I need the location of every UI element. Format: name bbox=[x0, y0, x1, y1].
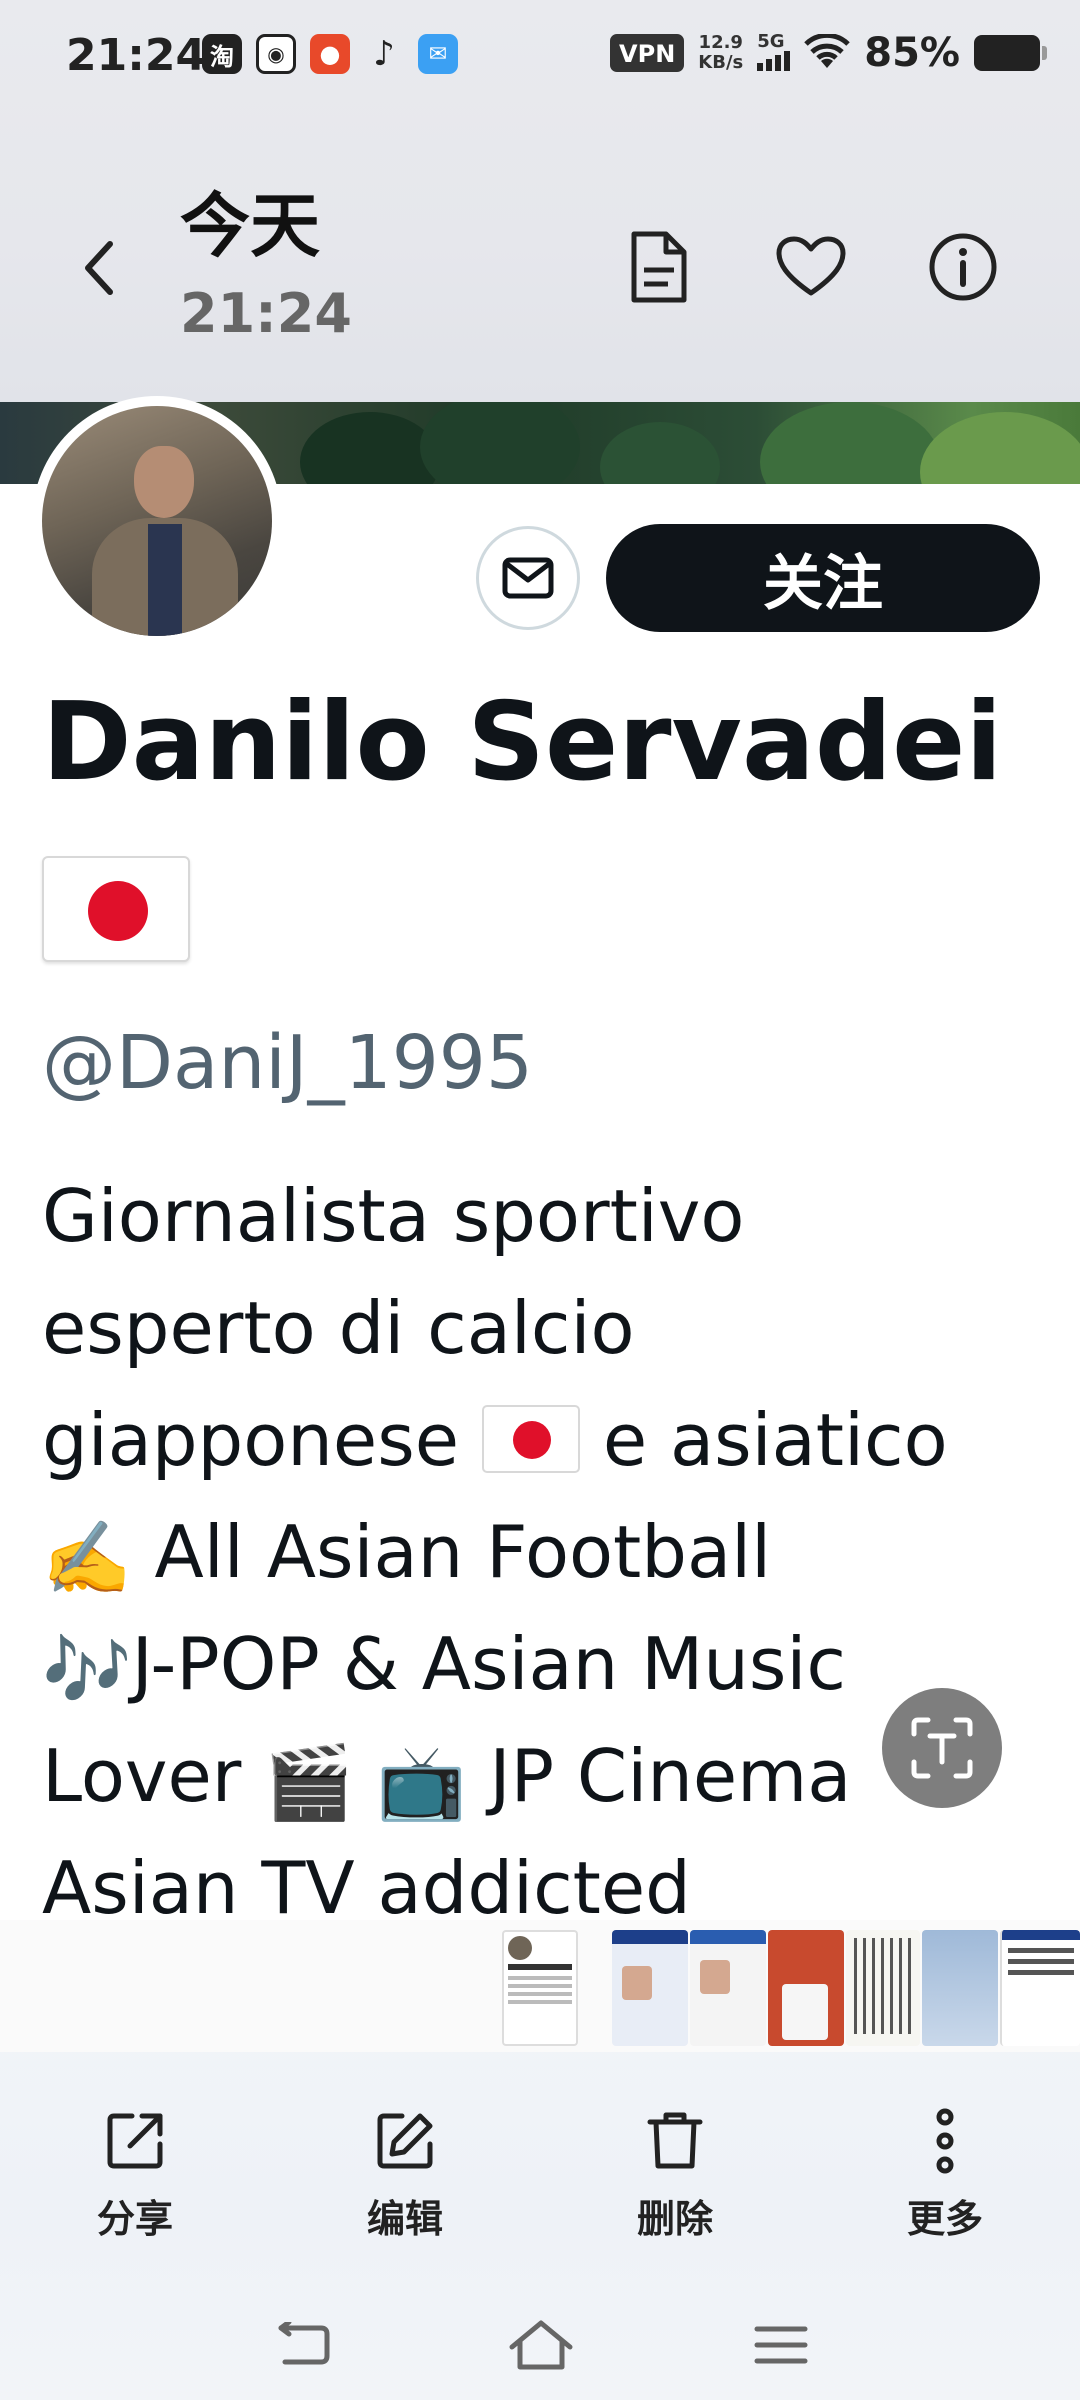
info-button[interactable] bbox=[918, 222, 1008, 312]
music-notes-icon: 🎶 bbox=[42, 1628, 132, 1712]
follow-button[interactable]: 关注 bbox=[606, 524, 1040, 632]
nav-back-button[interactable] bbox=[266, 2310, 336, 2380]
trash-icon bbox=[640, 2106, 710, 2176]
info-icon bbox=[929, 233, 997, 301]
nav-back-icon bbox=[278, 2322, 330, 2365]
heart-icon bbox=[776, 236, 846, 296]
scan-text-button[interactable] bbox=[882, 1688, 1002, 1808]
thumbnail[interactable] bbox=[922, 1930, 998, 2046]
battery-percent: 85% bbox=[864, 30, 960, 76]
tiktok-icon: ♪ bbox=[373, 34, 395, 74]
thumbnail-strip[interactable] bbox=[0, 1920, 1080, 2052]
scan-text-icon bbox=[911, 1717, 973, 1779]
weibo-icon: ◉ bbox=[256, 34, 296, 74]
home-icon bbox=[509, 2320, 573, 2370]
menu-icon bbox=[754, 2326, 808, 2364]
chevron-left-icon bbox=[85, 241, 113, 295]
japan-flag-icon bbox=[42, 856, 190, 962]
thumbnail[interactable] bbox=[612, 1930, 688, 2046]
thumbnail[interactable] bbox=[768, 1930, 844, 2046]
delete-button[interactable]: 删除 bbox=[610, 2106, 740, 2243]
status-right: VPN 12.9 KB/s 5G 85% bbox=[610, 30, 1047, 76]
network-speed: 12.9 KB/s bbox=[698, 32, 744, 73]
mail-app-icon: ✉ bbox=[418, 34, 458, 74]
vpn-badge: VPN bbox=[610, 34, 685, 72]
writing-hand-icon: ✍️ bbox=[42, 1516, 132, 1600]
status-bar: 21:24 淘 ◉ ● ♪ ✉ VPN 12.9 KB/s 5G 85% bbox=[0, 0, 1080, 110]
share-icon bbox=[100, 2106, 170, 2176]
app-icon: ● bbox=[310, 34, 350, 74]
thumbnail[interactable] bbox=[846, 1930, 920, 2046]
thumbnail[interactable] bbox=[1000, 1930, 1080, 2046]
profile-bio: Giornalista sportivo esperto di calcio g… bbox=[42, 1174, 948, 1930]
nav-home-button[interactable] bbox=[506, 2310, 576, 2380]
viewer-bottom-panel: 分享 编辑 删除 更多 bbox=[0, 1920, 1080, 2400]
viewer-subtitle-time: 21:24 bbox=[180, 282, 352, 345]
wifi-icon bbox=[804, 34, 850, 68]
avatar-image bbox=[42, 406, 272, 636]
back-button[interactable] bbox=[70, 226, 126, 310]
taobao-icon: 淘 bbox=[202, 34, 242, 74]
viewer-header: 今天 21:24 bbox=[0, 140, 1080, 345]
document-icon bbox=[631, 231, 687, 303]
message-button[interactable] bbox=[476, 526, 580, 630]
clapper-board-icon: 🎬 bbox=[264, 1740, 354, 1824]
edit-icon bbox=[370, 2106, 440, 2176]
viewer-title: 今天 bbox=[180, 185, 320, 267]
more-button[interactable]: 更多 bbox=[880, 2106, 1010, 2243]
television-icon: 📺 bbox=[376, 1740, 467, 1824]
signal-icon: 5G bbox=[757, 33, 791, 71]
details-button[interactable] bbox=[614, 222, 704, 312]
nav-menu-button[interactable] bbox=[746, 2310, 816, 2380]
thumbnail[interactable] bbox=[502, 1930, 578, 2046]
share-button[interactable]: 分享 bbox=[70, 2106, 200, 2243]
viewer-top-bar: 21:24 淘 ◉ ● ♪ ✉ VPN 12.9 KB/s 5G 85% 今天 … bbox=[0, 0, 1080, 402]
japan-flag-icon bbox=[481, 1405, 580, 1473]
profile-name: Danilo Servadei bbox=[42, 680, 1003, 805]
profile-handle: @DaniJ_1995 bbox=[42, 1020, 533, 1106]
more-icon bbox=[910, 2106, 980, 2176]
status-time: 21:24 bbox=[66, 30, 207, 81]
battery-icon bbox=[974, 35, 1047, 71]
edit-button[interactable]: 编辑 bbox=[340, 2106, 470, 2243]
status-app-icons: 淘 ◉ ● ♪ ✉ bbox=[202, 34, 458, 74]
thumbnail[interactable] bbox=[690, 1930, 766, 2046]
avatar[interactable] bbox=[32, 396, 282, 646]
favorite-button[interactable] bbox=[766, 222, 856, 312]
action-bar: 分享 编辑 删除 更多 bbox=[0, 2106, 1080, 2256]
system-nav-bar bbox=[0, 2290, 1080, 2400]
envelope-icon bbox=[502, 557, 554, 599]
